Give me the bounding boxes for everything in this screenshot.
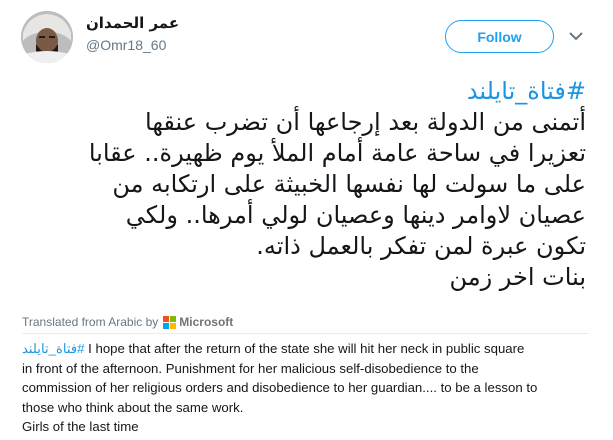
translation-line: Girls of the last time — [22, 419, 139, 434]
translation-attribution: Translated from Arabic by Microsoft — [22, 315, 233, 329]
translation-divider — [22, 333, 589, 334]
tweet-card: عمر الحمدان @Omr18_60 Follow #فتاة_تايلن… — [0, 0, 613, 440]
tweet-line: تعزيرا في ساحة عامة أمام الملأ يوم ظهيرة… — [88, 139, 586, 167]
tweet-line: على ما سولت لها نفسها الخبيثة على ارتكاب… — [112, 170, 586, 198]
chevron-down-icon[interactable] — [566, 26, 586, 46]
translation-line: in front of the afternoon. Punishment fo… — [22, 360, 479, 376]
avatar[interactable] — [21, 11, 73, 63]
translation-line: those who think about the same work. — [22, 399, 244, 415]
tweet-line: أتمنى من الدولة بعد إرجاعها أن تضرب عنقه… — [145, 108, 586, 136]
display-name[interactable]: عمر الحمدان — [86, 14, 179, 32]
translation-provider: Microsoft — [179, 315, 234, 329]
user-block[interactable]: عمر الحمدان @Omr18_60 — [86, 14, 179, 53]
tweet-text: #فتاة_تايلند أتمنى من الدولة بعد إرجاعها… — [22, 76, 586, 293]
follow-button[interactable]: Follow — [445, 20, 554, 53]
tweet-line: تكون عبرة لمن تفكر بالعمل ذاته. — [256, 232, 586, 260]
microsoft-logo-icon — [163, 315, 177, 329]
tweet-line: بنات اخر زمن — [449, 263, 586, 291]
translation-text: #فتاة_تايلند I hope that after the retur… — [22, 339, 597, 437]
translation-line: commission of her religious orders and d… — [22, 380, 538, 395]
avatar-image — [21, 11, 73, 63]
hashtag-link[interactable]: #فتاة_تايلند — [467, 77, 586, 105]
tweet-line: عصيان لاوامر دينها وعصيان لولي أمرها.. و… — [125, 201, 586, 229]
translated-from-label: Translated from Arabic by — [22, 315, 159, 329]
user-handle[interactable]: @Omr18_60 — [86, 37, 179, 53]
translation-hashtag-link[interactable]: #فتاة_تايلند — [22, 341, 85, 356]
translation-line: I hope that after the return of the stat… — [84, 341, 525, 356]
